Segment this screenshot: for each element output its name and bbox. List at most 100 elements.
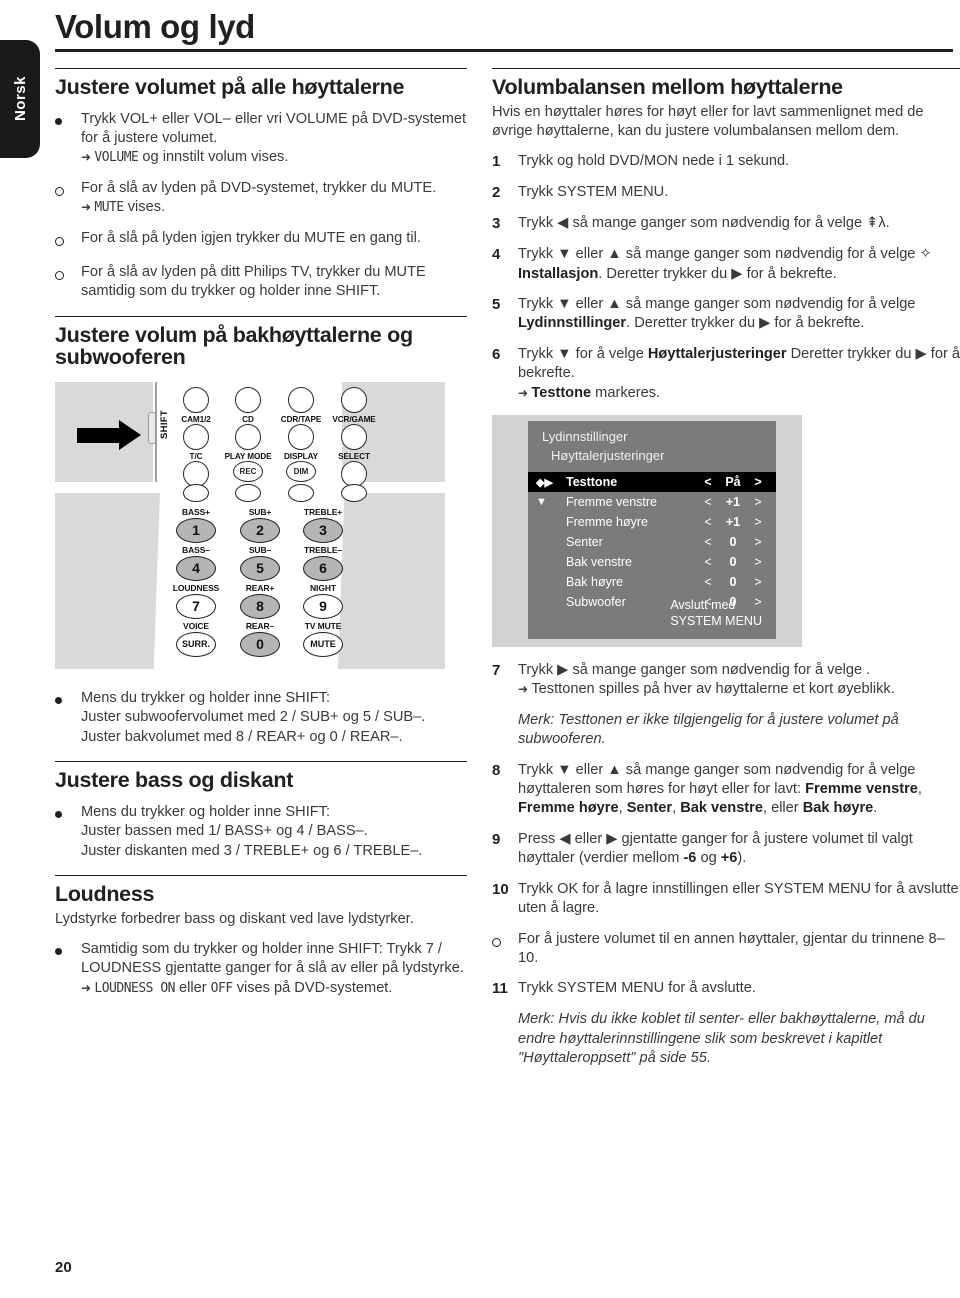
result-arrow-icon: ➜ xyxy=(81,980,95,995)
remote-keylabel-rear-plus: REAR+ xyxy=(245,582,275,593)
result-suffix: vises på DVD-systemet. xyxy=(232,979,393,996)
result-arrow-icon: ➜ xyxy=(81,150,95,165)
right-column: Volumbalansen mellom høyttalerne Hvis en… xyxy=(492,68,960,1068)
two-column-layout: Justere volumet på alle høyttalerne Tryk… xyxy=(55,68,960,1068)
final-note: Merk: Hvis du ikke koblet til senter- el… xyxy=(518,1011,925,1067)
shift-key xyxy=(148,411,156,444)
step-number: 2 xyxy=(492,184,501,202)
osd-increment-icon[interactable]: > xyxy=(750,495,766,509)
numbered-step: 1 Trykk og hold DVD/MON nede i 1 sekund. xyxy=(492,152,960,172)
list-item-text: For å slå av lyden på ditt Philips TV, t… xyxy=(81,264,426,300)
step-body: Trykk ▶ så mange ganger som nødvendig fo… xyxy=(518,661,960,750)
osd-decrement-icon[interactable]: < xyxy=(700,575,716,589)
step-text: Trykk SYSTEM MENU. xyxy=(518,184,669,201)
page-number: 20 xyxy=(55,1259,72,1276)
step-number: 11 xyxy=(492,980,508,998)
osd-increment-icon[interactable]: > xyxy=(750,575,766,589)
list-item-text: For å slå på lyden igjen trykker du MUTE… xyxy=(81,229,421,246)
remote-label-cdrtape: CDR/TAPE xyxy=(280,414,322,424)
section-loudness: Loudness Lydstyrke forbedrer bass og dis… xyxy=(55,874,467,998)
osd-row-list: ◆▶ Testtone < På > ▼ Fremme venstre < +1… xyxy=(528,472,776,612)
section-adjust-all-speakers: Justere volumet på alle høyttalerne Tryk… xyxy=(55,68,467,302)
osd-down-arrow-icon: ▼ xyxy=(536,496,547,509)
lcd-readout-on: LOUDNESS ON xyxy=(94,980,175,996)
step-text: Trykk og hold DVD/MON nede i 1 sekund. xyxy=(518,153,790,170)
list-item: For å justere volumet til en annen høytt… xyxy=(492,930,960,969)
remote-top-section: SHIFT CAM1/2 CD CDR/TAPE VCR/GAME T/C PL… xyxy=(55,381,465,487)
remote-label-vcrgame: VCR/GAME xyxy=(332,414,376,424)
list-item: For å slå av lyden på ditt Philips TV, t… xyxy=(55,263,467,302)
osd-decrement-icon[interactable]: < xyxy=(700,535,716,549)
section2-heading: Justere volum på bakhøyttalerne og subwo… xyxy=(55,322,413,370)
osd-title-lydinnstillinger: Lydinnstillinger xyxy=(542,429,628,445)
osd-row-senter[interactable]: Senter < 0 > xyxy=(528,532,776,552)
list-item-body: Mens du trykker og holder inne SHIFT: Ju… xyxy=(81,689,467,747)
osd-increment-icon[interactable]: > xyxy=(750,475,766,489)
osd-row-fremme-venstre[interactable]: ▼ Fremme venstre < +1 > xyxy=(528,492,776,512)
result-line: ➜ MUTE vises. xyxy=(81,198,467,217)
lcd-readout: MUTE xyxy=(94,200,124,216)
right-heading: Volumbalansen mellom høyttalerne xyxy=(492,75,843,99)
remote-key-0: 0 xyxy=(240,631,280,657)
result-arrow-icon: ➜ xyxy=(518,682,532,697)
numbered-step: 2 Trykk SYSTEM MENU. xyxy=(492,183,960,203)
result-line: ➜ Testtone markeres. xyxy=(518,384,661,401)
result-line: ➜ LOUDNESS ON eller OFF vises på DVD-sys… xyxy=(81,979,467,998)
osd-decrement-icon[interactable]: < xyxy=(700,515,716,529)
osd-row-label: Bak venstre xyxy=(566,555,633,570)
osd-increment-icon[interactable]: > xyxy=(750,515,766,529)
bullet-filled-icon xyxy=(55,110,81,168)
list-item: For å slå på lyden igjen trykker du MUTE… xyxy=(55,229,467,252)
shift-hold-line: Mens du trykker og holder inne SHIFT: xyxy=(81,803,331,820)
osd-footer-line2: SYSTEM MENU xyxy=(670,613,762,628)
remote-button-cd xyxy=(235,386,261,413)
osd-decrement-icon[interactable]: < xyxy=(700,475,716,489)
remote-label-playmode: PLAY MODE xyxy=(224,451,272,461)
remote-label-display: DISPLAY xyxy=(283,451,319,461)
menu-name-testtone: Testtone xyxy=(531,384,592,401)
remote-keylabel-tv-mute: TV MUTE xyxy=(304,620,342,631)
numbered-step: 9 Press ◀ eller ▶ gjentatte ganger for å… xyxy=(492,830,960,869)
result-line: ➜ VOLUME og innstilt volum vises. xyxy=(81,148,467,167)
remote-keypad-section: BASS+ SUB+ TREBLE+ 1 2 3 BASS– SUB– TREB… xyxy=(55,483,465,675)
list-item: For å slå av lyden på DVD-systemet, tryk… xyxy=(55,179,467,218)
osd-row-testtone[interactable]: ◆▶ Testtone < På > xyxy=(528,472,776,493)
numbered-step: 11 Trykk SYSTEM MENU for å avslutte. xyxy=(492,979,960,999)
remote-keylabel-bass-minus: BASS– xyxy=(182,544,210,555)
right-lead: Hvis en høyttaler høres for høyt eller f… xyxy=(492,103,924,139)
remote-button-vcrgame xyxy=(341,386,367,413)
osd-row-label: Fremme høyre xyxy=(566,515,648,530)
shift-hold-line: Mens du trykker og holder inne SHIFT: xyxy=(81,689,331,706)
lcd-readout: VOLUME xyxy=(94,150,139,166)
osd-row-bak-hoyre[interactable]: Bak høyre < 0 > xyxy=(528,572,776,592)
section3-heading: Justere bass og diskant xyxy=(55,768,294,793)
step-text: Trykk ▶ så mange ganger som nødvendig fo… xyxy=(518,662,871,679)
shift-key-label: SHIFT xyxy=(159,409,170,439)
step-text: Trykk ◀ så mange ganger som nødvendig fo… xyxy=(518,215,890,232)
osd-decrement-icon[interactable]: < xyxy=(700,495,716,509)
osd-row-bak-venstre[interactable]: Bak venstre < 0 > xyxy=(528,552,776,572)
remote-keylabel-treble-minus: TREBLE– xyxy=(303,544,343,555)
list-item-text: Trykk VOL+ eller VOL– eller vri VOLUME p… xyxy=(81,110,467,146)
language-tab-label: Norsk xyxy=(11,76,29,122)
list-item-text: For å justere volumet til en annen høytt… xyxy=(518,930,945,966)
osd-row-value: +1 xyxy=(725,515,741,530)
remote-key-2: 2 xyxy=(240,517,280,543)
remote-button-cut-3 xyxy=(288,483,314,502)
osd-row-value: På xyxy=(725,475,741,490)
osd-decrement-icon[interactable]: < xyxy=(700,555,716,569)
bullet-filled-icon xyxy=(55,689,81,747)
remote-label-cd: CD xyxy=(242,414,254,424)
remote-key-3: 3 xyxy=(303,517,343,543)
remote-button-select xyxy=(341,423,367,450)
section-volume-balance: Volumbalansen mellom høyttalerne Hvis en… xyxy=(492,68,960,141)
numbered-step: 8 Trykk ▼ eller ▲ så mange ganger som nø… xyxy=(492,761,960,819)
step-number: 3 xyxy=(492,215,501,233)
osd-increment-icon[interactable]: > xyxy=(750,555,766,569)
result-text: vises. xyxy=(123,199,166,216)
osd-increment-icon[interactable]: > xyxy=(750,535,766,549)
osd-row-fremme-hoyre[interactable]: Fremme høyre < +1 > xyxy=(528,512,776,532)
step-text: Press ◀ eller ▶ gjentatte ganger for å j… xyxy=(518,830,913,867)
list-item-body: Samtidig som du trykker og holder inne S… xyxy=(81,940,467,998)
section1-heading: Justere volumet på alle høyttalerne xyxy=(55,75,405,99)
